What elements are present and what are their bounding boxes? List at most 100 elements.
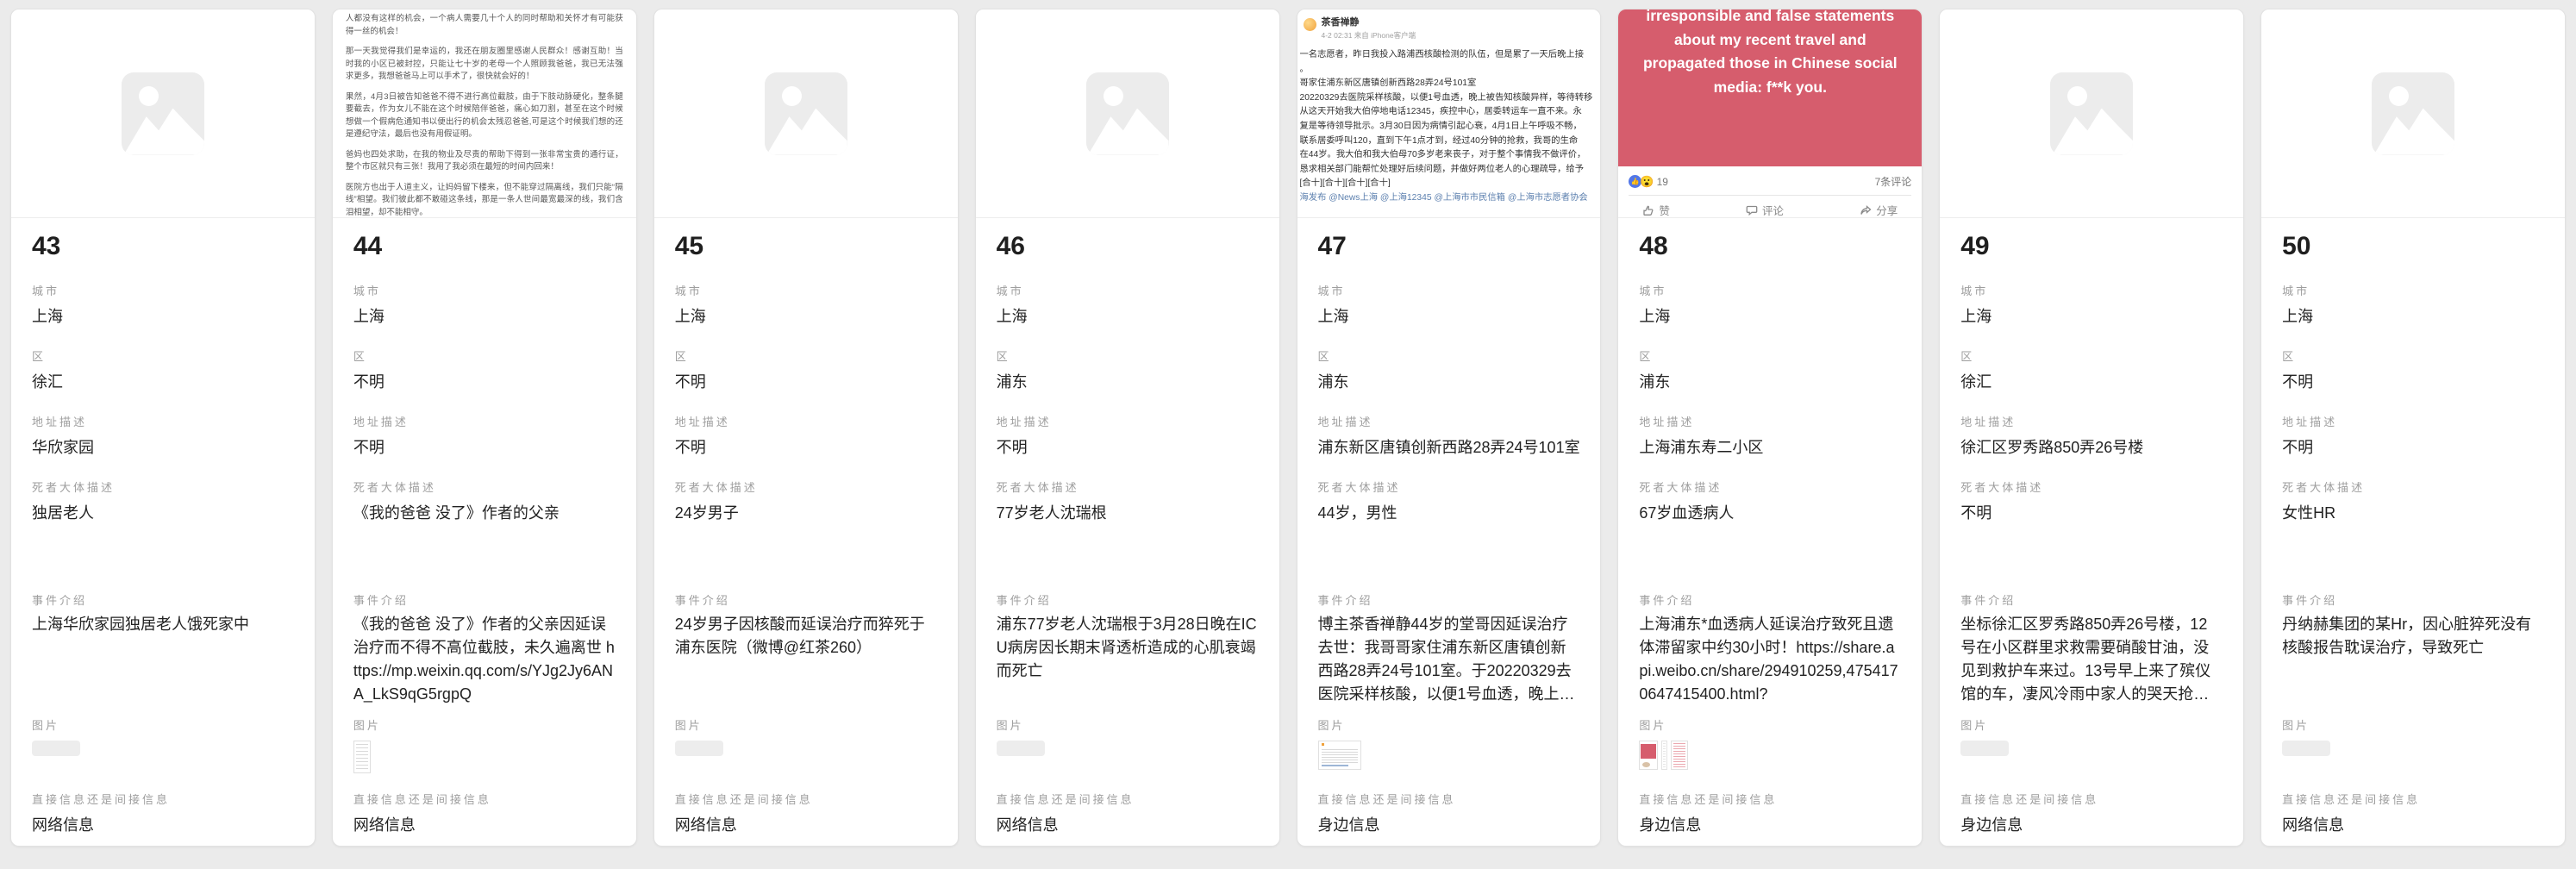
- image-label: 图片: [1639, 718, 1901, 734]
- direct-label: 直接信息还是间接信息: [675, 792, 937, 808]
- district-label: 区: [1960, 349, 2223, 365]
- deceased-value: 67岁血透病人: [1639, 502, 1901, 524]
- direct-label: 直接信息还是间接信息: [2282, 792, 2544, 808]
- record-card[interactable]: 茶香禅静 4-2 02:31 来自 iPhone客户端 一名志愿者，昨日我投入路…: [1297, 9, 1602, 847]
- image-thumbnail[interactable]: [1318, 741, 1361, 770]
- direct-label: 直接信息还是间接信息: [1318, 792, 1580, 808]
- article-paragraph: 那一天我觉得我们是幸运的，我还在朋友圈里感谢人民群众！感谢互助！当时我的小区已被…: [346, 46, 623, 84]
- image-thumbnail[interactable]: [997, 741, 1045, 756]
- image-thumbnail[interactable]: [1671, 741, 1688, 770]
- record-cover: [2261, 9, 2565, 218]
- event-value: 坐标徐汇区罗秀路850弄26号楼，12号在小区群里求救需要硝酸甘油，没见到救护车…: [1960, 613, 2223, 706]
- city-label: 城市: [1639, 284, 1901, 299]
- deceased-label: 死者大体描述: [1639, 480, 1901, 496]
- city-value: 上海: [353, 305, 616, 328]
- image-placeholder-icon: [1086, 72, 1169, 155]
- record-card[interactable]: 45 城市上海 区不明 地址描述不明 死者大体描述24岁男子 事件介绍24岁男子…: [653, 9, 959, 847]
- image-thumbnail[interactable]: [32, 741, 80, 756]
- record-number: 49: [1960, 218, 2223, 270]
- record-card[interactable]: 46 城市上海 区浦东 地址描述不明 死者大体描述77岁老人沈瑞根 事件介绍浦东…: [975, 9, 1280, 847]
- address-label: 地址描述: [353, 415, 616, 430]
- record-card[interactable]: 49 城市上海 区徐汇 地址描述徐汇区罗秀路850弄26号楼 死者大体描述不明 …: [1939, 9, 2244, 847]
- facebook-share-action: 分享: [1860, 202, 1898, 218]
- record-card[interactable]: 人都没有这样的机会，一个病人需要几十个人的同时帮助和关怀才有可能获得一丝的机会！…: [332, 9, 637, 847]
- weibo-mentions: 海发布 @News上海 @上海12345 @上海市市民信箱 @上海市志愿者协会: [1300, 191, 1596, 206]
- event-value: 上海华欣家园独居老人饿死家中: [32, 613, 294, 636]
- image-thumbnail[interactable]: [1960, 741, 2009, 756]
- image-label: 图片: [997, 718, 1259, 734]
- city-value: 上海: [32, 305, 294, 328]
- address-label: 地址描述: [997, 415, 1259, 430]
- city-value: 上海: [1960, 305, 2223, 328]
- deceased-value: 《我的爸爸 没了》作者的父亲: [353, 502, 616, 524]
- deceased-value: 77岁老人沈瑞根: [997, 502, 1259, 524]
- record-number: 44: [353, 218, 616, 270]
- image-label: 图片: [353, 718, 616, 734]
- city-label: 城市: [1318, 284, 1580, 299]
- direct-value: 网络信息: [353, 814, 616, 836]
- deceased-value: 不明: [1960, 502, 2223, 524]
- district-value: 不明: [675, 371, 937, 393]
- city-label: 城市: [32, 284, 294, 299]
- district-value: 不明: [2282, 371, 2544, 393]
- record-number: 47: [1318, 218, 1580, 270]
- image-label: 图片: [675, 718, 937, 734]
- gallery-board: 43 城市上海 区徐汇 地址描述华欣家园 死者大体描述独居老人 事件介绍上海华欣…: [0, 0, 2576, 869]
- image-placeholder-icon: [2050, 72, 2133, 155]
- event-label: 事件介绍: [1318, 593, 1580, 609]
- record-cover: [1940, 9, 2243, 218]
- record-card[interactable]: irresponsible and false statements about…: [1617, 9, 1923, 847]
- article-paragraph: 爸妈也四处求助，在我的物业及尽责的帮助下得到一张非常宝贵的通行证，整个市区就只有…: [346, 149, 623, 174]
- article-paragraph: 医院方也出于人道主义，让妈妈留下楼来，但不能穿过隔离线，我们只能“隔线”相望。我…: [346, 182, 623, 219]
- article-screenshot: 人都没有这样的机会，一个病人需要几十个人的同时帮助和关怀才有可能获得一丝的机会！…: [333, 9, 636, 218]
- image-thumbnail[interactable]: [675, 741, 723, 756]
- facebook-comment-action: 评论: [1746, 202, 1784, 218]
- facebook-post-screenshot: irresponsible and false statements about…: [1618, 9, 1922, 218]
- image-thumbnail[interactable]: [1639, 741, 1658, 770]
- event-label: 事件介绍: [353, 593, 616, 609]
- image-placeholder-icon: [2372, 72, 2454, 155]
- direct-value: 网络信息: [2282, 814, 2544, 836]
- image-thumbnail[interactable]: [353, 741, 371, 773]
- city-label: 城市: [997, 284, 1259, 299]
- address-label: 地址描述: [1960, 415, 2223, 430]
- district-label: 区: [1639, 349, 1901, 365]
- record-number: 45: [675, 218, 937, 270]
- weibo-post-text: 一名志愿者，昨日我投入路浦西核酸检测的队伍，但是累了一天后晚上接 。 哥家住浦东…: [1300, 48, 1596, 206]
- address-value: 不明: [2282, 436, 2544, 459]
- district-value: 浦东: [1318, 371, 1580, 393]
- district-value: 徐汇: [1960, 371, 2223, 393]
- address-label: 地址描述: [1318, 415, 1580, 430]
- image-label: 图片: [1960, 718, 2223, 734]
- city-value: 上海: [1639, 305, 1901, 328]
- image-label: 图片: [2282, 718, 2544, 734]
- deceased-label: 死者大体描述: [353, 480, 616, 496]
- direct-value: 网络信息: [675, 814, 937, 836]
- event-label: 事件介绍: [2282, 593, 2544, 609]
- event-value: 丹纳赫集团的某Hr，因心脏猝死没有核酸报告耽误治疗，导致死亡: [2282, 613, 2544, 660]
- facebook-like-action: 赞: [1642, 202, 1670, 218]
- event-label: 事件介绍: [1960, 593, 2223, 609]
- district-label: 区: [675, 349, 937, 365]
- event-label: 事件介绍: [997, 593, 1259, 609]
- record-card[interactable]: 50 城市上海 区不明 地址描述不明 死者大体描述女性HR 事件介绍丹纳赫集团的…: [2260, 9, 2566, 847]
- district-label: 区: [1318, 349, 1580, 365]
- event-value: 24岁男子因核酸而延误治疗而猝死于浦东医院（微博@红茶260）: [675, 613, 937, 660]
- city-value: 上海: [1318, 305, 1580, 328]
- deceased-label: 死者大体描述: [675, 480, 937, 496]
- image-placeholder-icon: [765, 72, 847, 155]
- city-label: 城市: [675, 284, 937, 299]
- city-value: 上海: [675, 305, 937, 328]
- district-value: 徐汇: [32, 371, 294, 393]
- record-number: 48: [1639, 218, 1901, 270]
- facebook-action-bar: 赞 评论 分享: [1618, 196, 1922, 218]
- event-value: 上海浦东*血透病人延误治疗致死且遗体滞留家中约30小时！https://shar…: [1639, 613, 1901, 706]
- record-card[interactable]: 43 城市上海 区徐汇 地址描述华欣家园 死者大体描述独居老人 事件介绍上海华欣…: [10, 9, 316, 847]
- article-paragraph: 人都没有这样的机会，一个病人需要几十个人的同时帮助和关怀才有可能获得一丝的机会！: [346, 13, 623, 38]
- district-label: 区: [2282, 349, 2544, 365]
- direct-value: 网络信息: [997, 814, 1259, 836]
- image-thumbnail[interactable]: [1661, 741, 1667, 770]
- deceased-label: 死者大体描述: [1318, 480, 1580, 496]
- avatar: [1304, 18, 1316, 31]
- image-thumbnail[interactable]: [2282, 741, 2330, 756]
